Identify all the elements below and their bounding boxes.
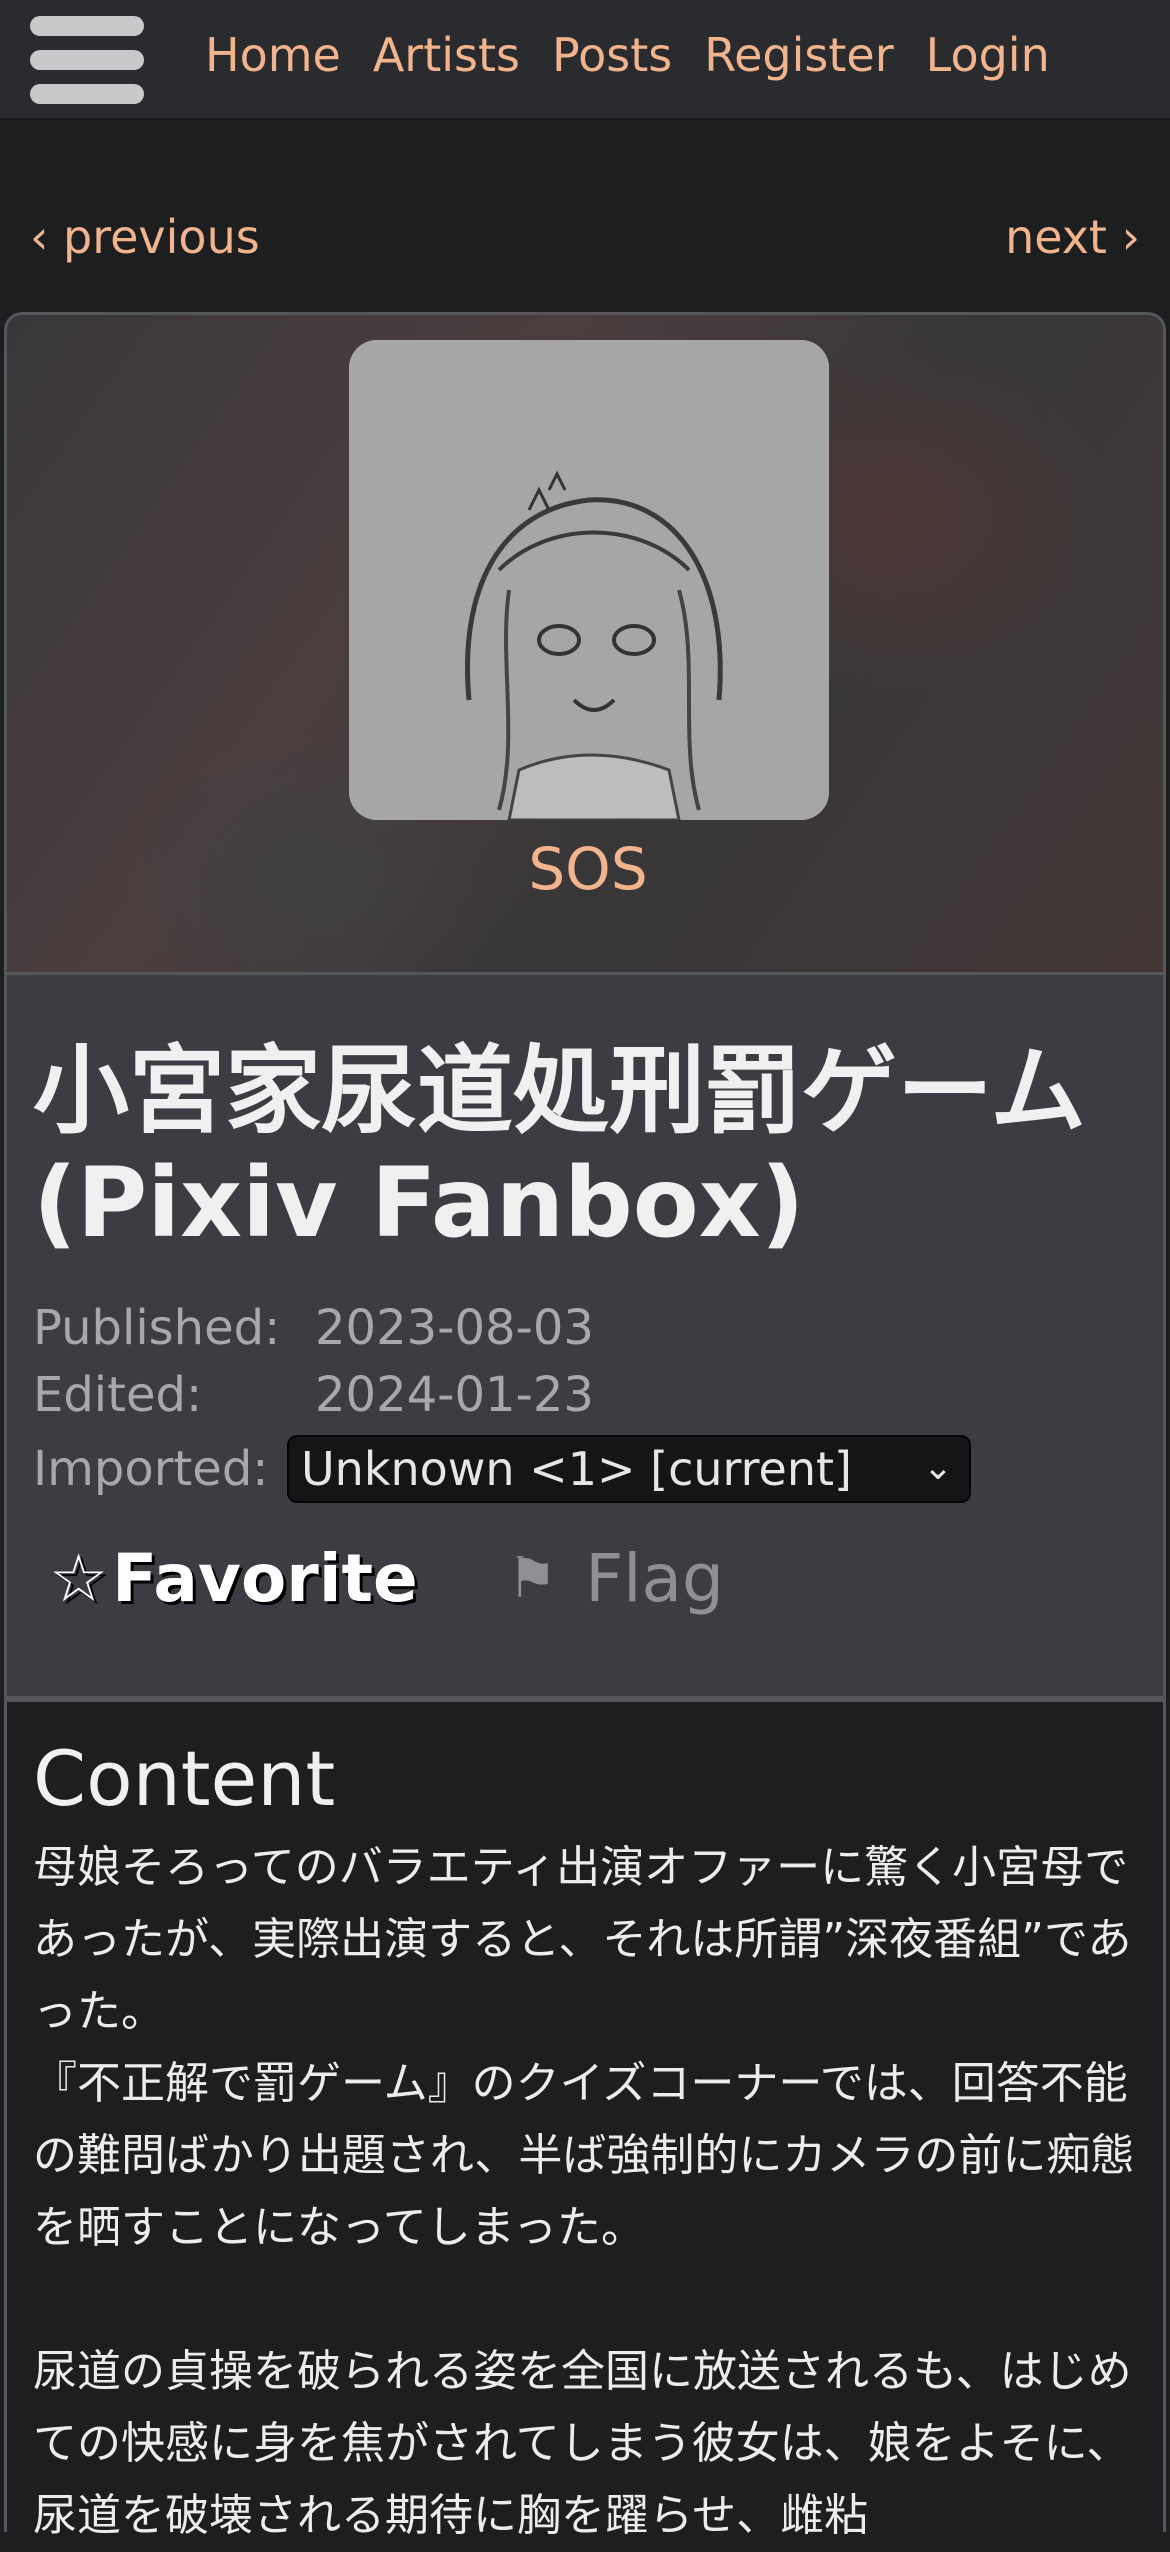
post-info-panel: 小宮家尿道処刑罰ゲーム (Pixiv Fanbox) Published: 20… — [4, 972, 1166, 1699]
content-paragraph: 尿道の貞操を破られる姿を全国に放送されるも、はじめての快感に身を焦がされてしまう… — [33, 2346, 1132, 2541]
nav-posts[interactable]: Posts — [552, 28, 672, 82]
artist-avatar[interactable] — [349, 340, 829, 820]
content-heading: Content — [33, 1734, 336, 1823]
artist-banner: SOS — [4, 312, 1166, 972]
nav-links: Home Artists Posts Register Login — [205, 0, 1050, 110]
edited-date: 2024-01-23 — [315, 1367, 594, 1423]
top-navigation-bar: Home Artists Posts Register Login — [0, 0, 1170, 118]
nav-artists[interactable]: Artists — [373, 28, 520, 82]
published-date: 2023-08-03 — [315, 1300, 594, 1356]
star-outline-icon: ☆ — [49, 1540, 109, 1617]
content-paragraph: 『不正解で罰ゲーム』のクイズコーナーでは、回答不能の難問ばかり出題され、半ば強制… — [33, 2058, 1135, 2253]
hamburger-menu-icon[interactable] — [30, 16, 144, 104]
post-title: 小宮家尿道処刑罰ゲーム (Pixiv Fanbox) — [33, 1035, 1087, 1259]
nav-home[interactable]: Home — [205, 28, 341, 82]
flag-label: Flag — [585, 1540, 724, 1617]
favorite-label: Favorite — [112, 1540, 418, 1617]
chevron-down-icon: ⌄ — [922, 1447, 953, 1488]
nav-login[interactable]: Login — [926, 28, 1050, 82]
import-revision-value: Unknown <1> [current] — [301, 1442, 852, 1496]
content-body: 母娘そろってのバラエティ出演オファーに驚く小宮母であったが、実際出演すると、それ… — [33, 1832, 1143, 2552]
import-revision-select[interactable]: Unknown <1> [current] ⌄ — [287, 1435, 971, 1503]
avatar-illustration — [349, 340, 829, 820]
edited-label: Edited: — [33, 1367, 203, 1423]
post-content-section: Content 母娘そろってのバラエティ出演オファーに驚く小宮母であったが、実際… — [4, 1699, 1166, 2541]
favorite-button[interactable]: ☆ Favorite — [49, 1540, 418, 1617]
imported-label: Imported: — [33, 1441, 269, 1497]
flag-button[interactable]: ⚑ Flag — [507, 1540, 724, 1617]
content-paragraph: 母娘そろってのバラエティ出演オファーに驚く小宮母であったが、実際出演すると、それ… — [33, 1842, 1132, 2037]
nav-register[interactable]: Register — [704, 28, 893, 82]
post-pager: ‹ previous next › — [0, 200, 1170, 276]
artist-name[interactable]: SOS — [7, 835, 1163, 903]
previous-post-link[interactable]: ‹ previous — [30, 210, 260, 264]
flag-icon: ⚑ — [507, 1546, 558, 1611]
published-label: Published: — [33, 1300, 281, 1356]
next-post-link[interactable]: next › — [1005, 210, 1140, 264]
